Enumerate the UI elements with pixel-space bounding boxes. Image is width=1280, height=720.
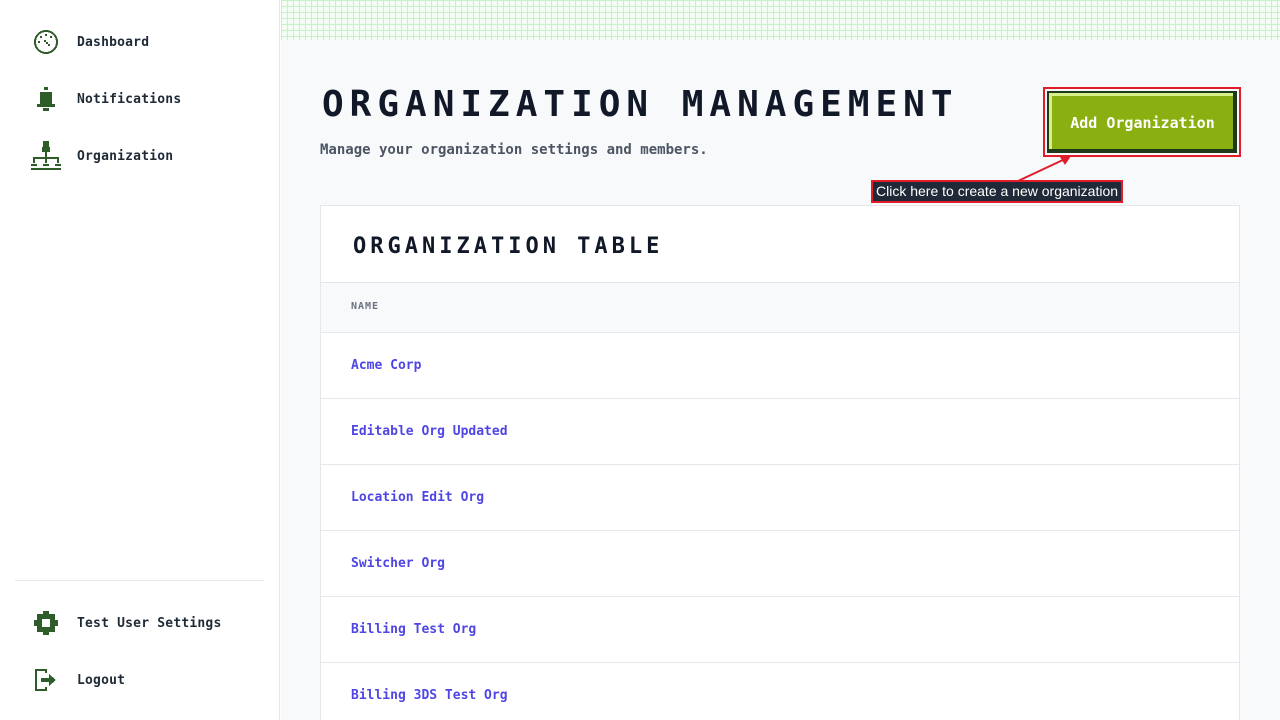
sidebar-item-label: Dashboard: [77, 34, 150, 50]
sidebar-divider: [15, 580, 264, 581]
sidebar-item-label: Notifications: [77, 91, 182, 107]
dashboard-gauge-icon: [30, 26, 62, 58]
table-row: Acme Corp: [321, 333, 1239, 399]
page-title: ORGANIZATION MANAGEMENT: [322, 84, 959, 125]
org-link[interactable]: Billing Test Org: [351, 622, 476, 637]
sidebar-item-user-settings[interactable]: Test User Settings: [30, 606, 260, 640]
table-row: Billing 3DS Test Org: [321, 663, 1239, 720]
org-link[interactable]: Location Edit Org: [351, 490, 484, 505]
sidebar-item-dashboard[interactable]: Dashboard: [30, 25, 260, 59]
table-row: Switcher Org: [321, 531, 1239, 597]
sidebar-item-label: Logout: [77, 672, 126, 688]
table-row: Editable Org Updated: [321, 399, 1239, 465]
main-content: ORGANIZATION MANAGEMENT Manage your orga…: [281, 0, 1280, 720]
table-row: Billing Test Org: [321, 597, 1239, 663]
decorative-grid-strip: [281, 0, 1280, 40]
org-link[interactable]: Editable Org Updated: [351, 424, 508, 439]
org-tree-icon: [30, 140, 62, 172]
bell-icon: [30, 83, 62, 115]
add-organization-button[interactable]: Add Organization: [1047, 91, 1237, 153]
org-link[interactable]: Switcher Org: [351, 556, 445, 571]
org-link[interactable]: Billing 3DS Test Org: [351, 688, 508, 703]
sidebar-item-label: Organization: [77, 148, 174, 164]
table-row: Location Edit Org: [321, 465, 1239, 531]
sidebar-item-logout[interactable]: Logout: [30, 663, 260, 697]
table-title: ORGANIZATION TABLE: [353, 234, 664, 259]
column-header-name: NAME: [351, 301, 380, 312]
sidebar-item-label: Test User Settings: [77, 615, 222, 631]
gear-icon: [30, 607, 62, 639]
sidebar: Dashboard Notifications Organization Tes…: [0, 0, 280, 720]
page-subtitle: Manage your organization settings and me…: [320, 142, 708, 158]
sidebar-item-organization[interactable]: Organization: [30, 139, 260, 173]
org-link[interactable]: Acme Corp: [351, 358, 421, 373]
logout-icon: [30, 664, 62, 696]
organization-table-card: ORGANIZATION TABLE NAME Acme Corp Editab…: [320, 205, 1240, 720]
sidebar-item-notifications[interactable]: Notifications: [30, 82, 260, 116]
annotation-callout: Click here to create a new organization: [871, 180, 1124, 203]
table-header: NAME: [321, 282, 1239, 333]
add-organization-button-label: Add Organization: [1049, 93, 1233, 149]
